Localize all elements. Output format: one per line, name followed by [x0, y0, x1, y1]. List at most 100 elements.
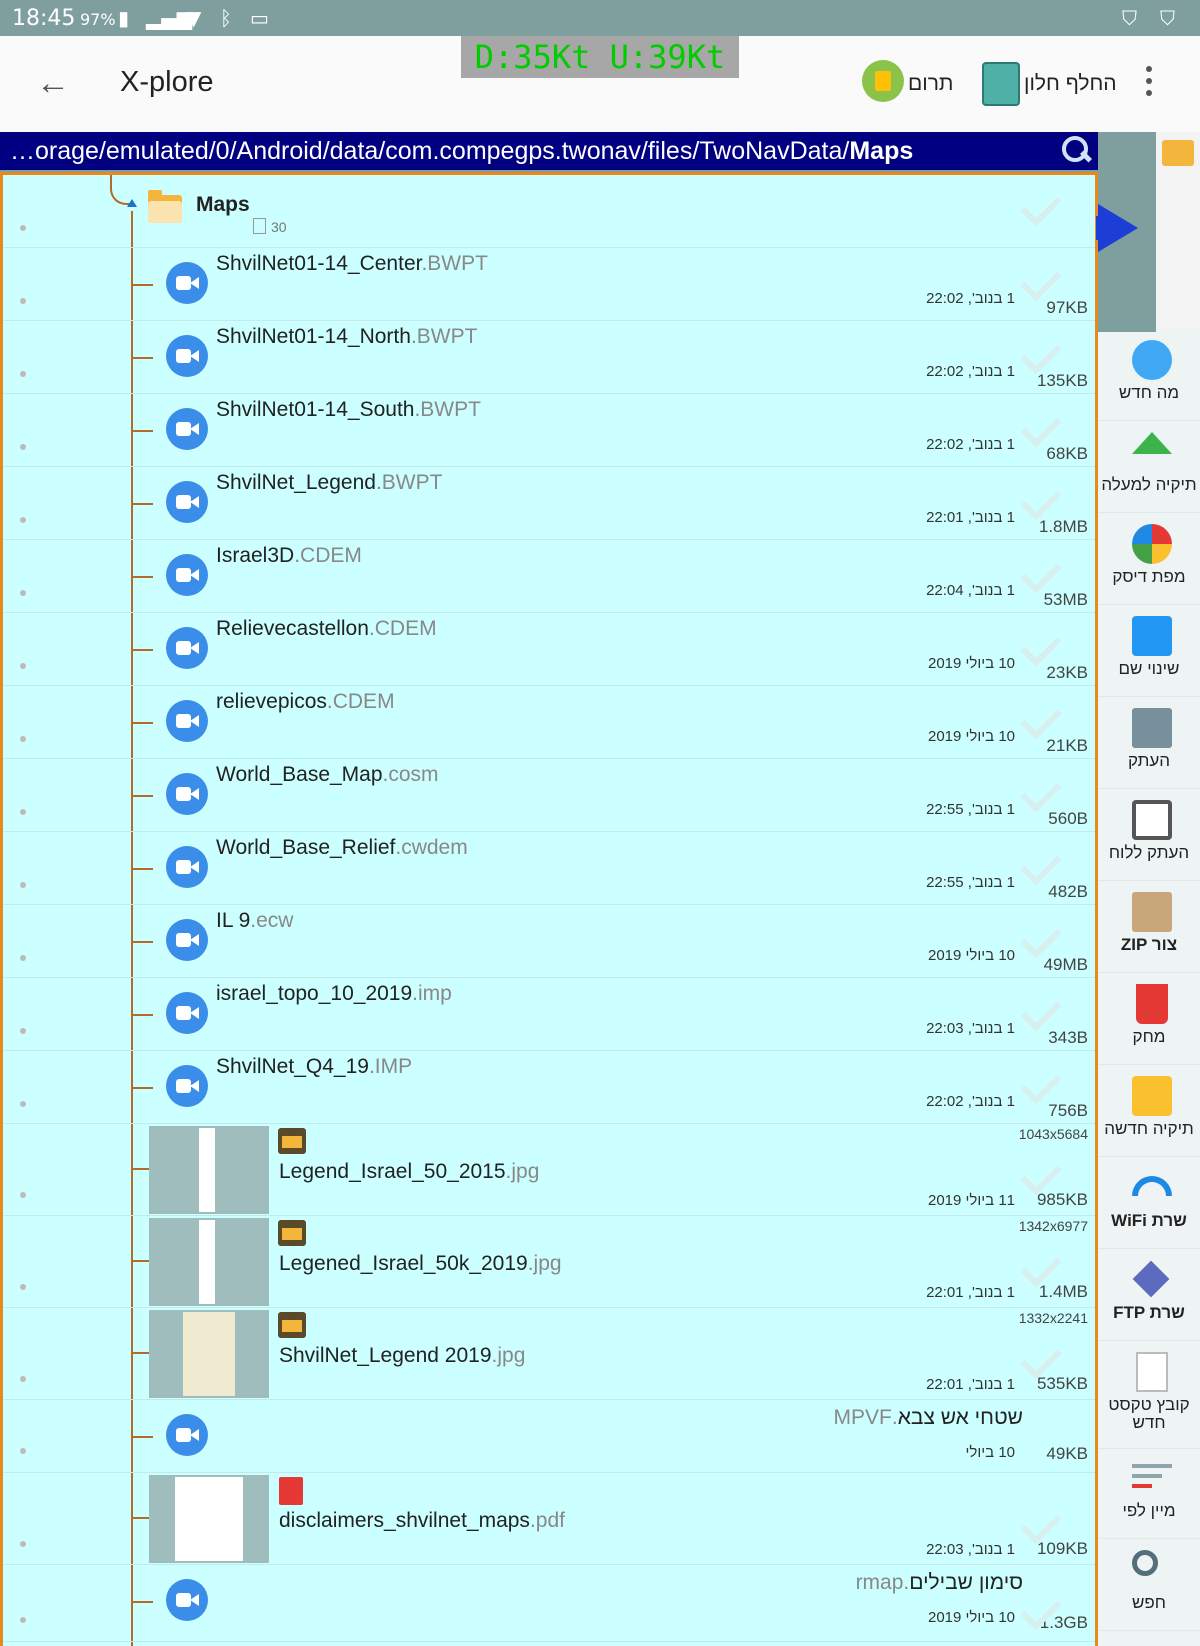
- copy-button[interactable]: העתק: [1098, 700, 1200, 789]
- file-size: 135KB: [1036, 371, 1088, 390]
- check-icon[interactable]: [1020, 260, 1062, 302]
- check-icon[interactable]: [1020, 698, 1062, 740]
- list-item[interactable]: World_Base_Relief.cwdem 1 בנוב', 22:55 482…: [3, 832, 1095, 905]
- check-icon[interactable]: [1020, 625, 1062, 667]
- tree-branch: [131, 430, 153, 432]
- file-date: 1 בנוב', 22:02: [926, 1093, 1015, 1110]
- tree-branch: [131, 503, 153, 505]
- file-name: Relievecastellon.CDEM: [216, 617, 437, 640]
- list-item[interactable]: disclaimers_shvilnet_maps.pdf 1 בנוב', 2…: [3, 1473, 1095, 1565]
- file-date: 1 בנוב', 22:04: [926, 582, 1015, 599]
- pdf-thumbnail: [149, 1475, 269, 1563]
- new-text-file-button[interactable]: קובץ טקסט חדש: [1098, 1344, 1200, 1449]
- new-folder-icon: [1132, 1076, 1172, 1116]
- file-size: 68KB: [1046, 444, 1088, 463]
- download-folder-icon[interactable]: [1162, 140, 1194, 166]
- check-icon[interactable]: [1020, 333, 1062, 375]
- magnifier-icon: [1132, 1550, 1172, 1590]
- check-icon[interactable]: [1020, 552, 1062, 594]
- copy-clipboard-button[interactable]: העתק ללוח: [1098, 792, 1200, 881]
- check-icon[interactable]: [1020, 844, 1062, 886]
- video-file-icon: [166, 335, 208, 377]
- file-name: Legened_Israel_50k_2019.jpg: [279, 1252, 562, 1275]
- switch-window-icon[interactable]: [982, 62, 1020, 106]
- file-date: 1 בנוב', 22:03: [926, 1020, 1015, 1037]
- check-icon[interactable]: [1020, 185, 1062, 227]
- back-arrow-icon[interactable]: ←: [36, 66, 72, 102]
- file-size: 53MB: [1043, 590, 1088, 609]
- arrow-right-icon[interactable]: [1098, 204, 1138, 252]
- file-name: Israel3D.CDEM: [216, 544, 362, 567]
- check-icon[interactable]: [1020, 771, 1062, 813]
- disk-map-button[interactable]: מפת דיסק: [1098, 516, 1200, 605]
- path-bar[interactable]: …orage/emulated/0/Android/data/com.compe…: [0, 132, 1098, 170]
- new-folder-button[interactable]: תיקיה חדשה: [1098, 1068, 1200, 1157]
- check-icon[interactable]: [1020, 917, 1062, 959]
- file-date: 1 בנוב', 22:55: [926, 874, 1015, 891]
- tree-branch: [131, 868, 153, 870]
- status-battery: 97%: [80, 10, 116, 29]
- ftp-server-button[interactable]: FTP שרת: [1098, 1252, 1200, 1341]
- list-item[interactable]: israel_topo_10_2019.imp 1 בנוב', 22:03 343…: [3, 978, 1095, 1051]
- shield-check-icon: ⛉: [1160, 6, 1175, 30]
- delete-button[interactable]: מחק: [1098, 976, 1200, 1065]
- whats-new-button[interactable]: מה חדש: [1098, 332, 1200, 421]
- sort-button[interactable]: מיין לפי: [1098, 1450, 1200, 1539]
- image-thumbnail: [149, 1126, 269, 1214]
- donate-button[interactable]: תרום: [908, 72, 953, 96]
- trash-icon: [1136, 984, 1168, 1024]
- video-file-icon: [166, 992, 208, 1034]
- file-size: 482B: [1048, 882, 1088, 901]
- overflow-menu-icon[interactable]: [1146, 66, 1154, 96]
- list-item[interactable]: World_Base_Map.cosm 1 בנוב', 22:55 560B: [3, 759, 1095, 832]
- file-size: 23KB: [1046, 663, 1088, 682]
- rename-button[interactable]: שינוי שם: [1098, 608, 1200, 697]
- list-item[interactable]: סימון שבילים.rmap 10 ביולי 2019 1.3GB: [3, 1565, 1095, 1642]
- pie-chart-icon: [1132, 524, 1172, 564]
- beer-donate-icon[interactable]: [862, 60, 904, 102]
- video-file-icon: [166, 1579, 208, 1621]
- expand-triangle-icon[interactable]: [127, 199, 137, 207]
- search-button[interactable]: חפש: [1098, 1542, 1200, 1631]
- video-file-icon: [166, 773, 208, 815]
- pane-arrow-zone[interactable]: [1096, 132, 1156, 332]
- check-icon[interactable]: [1020, 990, 1062, 1032]
- row-dot: [20, 955, 26, 961]
- list-item[interactable]: ShvilNet_Legend 2019.jpg 1332x2241 1 בנו…: [3, 1308, 1095, 1400]
- wifi-server-button[interactable]: WiFi שרת: [1098, 1160, 1200, 1249]
- folder-row-maps[interactable]: Maps 30: [3, 175, 1095, 248]
- list-item[interactable]: ShvilNet01-14_South.BWPT 1 בנוב', 22:02 68…: [3, 394, 1095, 467]
- list-item[interactable]: Israel3D.CDEM 1 בנוב', 22:04 53MB: [3, 540, 1095, 613]
- file-size: 21KB: [1046, 736, 1088, 755]
- wifi-server-icon: [1132, 1168, 1172, 1208]
- list-item[interactable]: IL 9.ecw 10 ביולי 2019 49MB: [3, 905, 1095, 978]
- list-item[interactable]: Legened_Israel_50k_2019.jpg 1342x6977 1 …: [3, 1216, 1095, 1308]
- list-item[interactable]: Legend_Israel_50_2015.jpg 1043x5684 11 ב…: [3, 1124, 1095, 1216]
- list-item[interactable]: Relievecastellon.CDEM 10 ביולי 2019 23KB: [3, 613, 1095, 686]
- check-icon[interactable]: [1020, 406, 1062, 448]
- list-item[interactable]: ShvilNet01-14_Center.BWPT 1 בנוב', 22:02 9…: [3, 248, 1095, 321]
- file-name: ShvilNet_Legend 2019.jpg: [279, 1344, 526, 1367]
- search-icon[interactable]: [1060, 134, 1090, 164]
- file-date: 10 ביולי 2019: [927, 1609, 1015, 1626]
- list-item[interactable]: ShvilNet01-14_North.BWPT 1 בנוב', 22:02 13…: [3, 321, 1095, 394]
- file-date: 1 בנוב', 22:02: [926, 363, 1015, 380]
- file-date: 11 ביולי 2019: [927, 1192, 1015, 1209]
- check-icon[interactable]: [1020, 1063, 1062, 1105]
- file-name: ShvilNet01-14_South.BWPT: [216, 398, 481, 421]
- row-dot: [20, 1028, 26, 1034]
- list-item[interactable]: שטחי אש צבא.MPVF 10 ביולי 49KB: [3, 1400, 1095, 1473]
- list-item[interactable]: ShvilNet_Q4_19.IMP 1 בנוב', 22:02 756B: [3, 1051, 1095, 1124]
- switch-window-button[interactable]: החלף חלון: [1024, 72, 1117, 96]
- check-icon[interactable]: [1020, 479, 1062, 521]
- list-item[interactable]: relievepicos.CDEM 10 ביולי 2019 21KB: [3, 686, 1095, 759]
- zip-button[interactable]: ZIP צור: [1098, 884, 1200, 973]
- file-list-panel[interactable]: Maps 30 ShvilNet01-14_Center.BWPT 1 בנוב'…: [0, 172, 1098, 1646]
- file-date: 10 ביולי 2019: [927, 728, 1015, 745]
- image-file-icon: [278, 1312, 306, 1338]
- list-item[interactable]: ShvilNet_Legend.BWPT 1 בנוב', 22:01 1.8MB: [3, 467, 1095, 540]
- row-dot: [20, 517, 26, 523]
- row-dot: [20, 809, 26, 815]
- file-name: IL 9.ecw: [216, 909, 294, 932]
- up-folder-button[interactable]: תיקיה למעלה: [1098, 424, 1200, 513]
